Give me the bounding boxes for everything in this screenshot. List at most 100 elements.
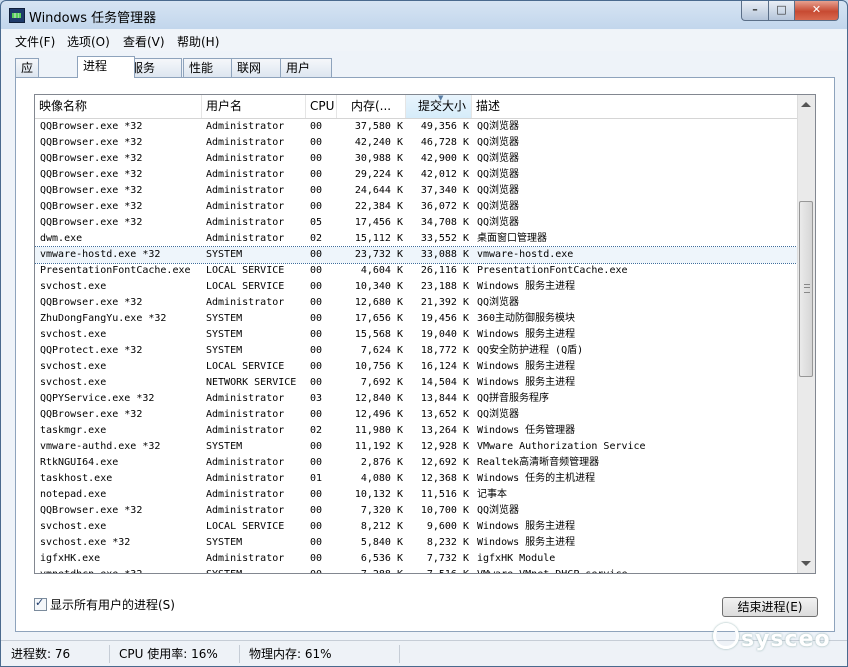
column-memory[interactable]: 内存(... — [337, 95, 406, 118]
cell-user-name: LOCAL SERVICE — [206, 281, 285, 292]
end-process-button[interactable]: 结束进程(E) — [722, 597, 818, 617]
vertical-scrollbar[interactable] — [797, 95, 815, 573]
column-image-name[interactable]: 映像名称 — [35, 95, 202, 118]
table-row[interactable]: QQBrowser.exe *32 Administrator 00 12,680 K… — [35, 295, 797, 311]
cell-description: QQ浏览器 — [477, 297, 520, 308]
menu-view[interactable]: 查看(V) — [123, 33, 165, 50]
table-row[interactable]: QQBrowser.exe *32 Administrator 00 12,496 K… — [35, 407, 797, 423]
cell-image-name: QQBrowser.exe *32 — [40, 153, 143, 164]
cell-description: Windows 服务主进程 — [477, 329, 576, 340]
column-user-name[interactable]: 用户名 — [202, 95, 306, 118]
column-commit-size[interactable]: ▼ 提交大小 — [406, 95, 472, 118]
table-row[interactable]: QQBrowser.exe *32 Administrator 00 24,644 K… — [35, 183, 797, 199]
cell-image-name: svchost.exe — [40, 521, 107, 532]
table-row[interactable]: QQBrowser.exe *32 Administrator 05 17,456 K… — [35, 215, 797, 231]
column-cpu[interactable]: CPU — [306, 95, 337, 118]
menu-help[interactable]: 帮助(H) — [177, 33, 219, 50]
cell-description: 360主动防御服务模块 — [477, 313, 576, 324]
cell-memory: 23,732 K — [354, 249, 403, 260]
table-row[interactable]: PresentationFontCache.exe LOCAL SERVICE 00… — [35, 263, 797, 279]
table-row[interactable]: QQPYService.exe *32 Administrator 03 12,840… — [35, 391, 797, 407]
cell-memory: 10,340 K — [354, 281, 403, 292]
cell-user-name: Administrator — [206, 201, 285, 212]
cell-cpu: 00 — [310, 249, 323, 260]
tab-networking[interactable]: 联网 — [231, 58, 281, 77]
scroll-up-icon[interactable] — [801, 102, 811, 107]
table-row[interactable]: QQBrowser.exe *32 Administrator 00 37,580 K… — [35, 119, 797, 135]
cell-user-name: LOCAL SERVICE — [206, 521, 285, 532]
cell-image-name: svchost.exe — [40, 361, 107, 372]
table-row[interactable]: svchost.exe LOCAL SERVICE 00 10,756 K 16,124… — [35, 359, 797, 375]
tab-applications[interactable]: 应用程序 — [15, 58, 40, 129]
cell-description: QQ浏览器 — [477, 169, 520, 180]
table-row[interactable]: svchost.exe *32 SYSTEM 00 5,840 K 8,232 K Win… — [35, 535, 797, 551]
cell-memory: 12,680 K — [354, 297, 403, 308]
table-row[interactable]: svchost.exe LOCAL SERVICE 00 8,212 K 9,600 K… — [35, 519, 797, 535]
status-cpu-usage: CPU 使用率: 16% — [113, 645, 240, 663]
table-row[interactable]: dwm.exe Administrator 02 15,112 K 33,552 K 桌面… — [35, 231, 797, 247]
task-manager-icon — [9, 8, 25, 23]
show-all-users-label: 显示所有用户的进程(S) — [50, 598, 175, 612]
menu-file[interactable]: 文件(F) — [15, 33, 55, 50]
cell-user-name: Administrator — [206, 425, 285, 436]
cell-user-name: Administrator — [206, 121, 285, 132]
cell-user-name: NETWORK SERVICE — [206, 377, 297, 388]
cell-commit-size: 46,728 K — [420, 137, 469, 148]
menu-options[interactable]: 选项(O) — [67, 33, 110, 50]
maximize-button[interactable]: □ — [768, 1, 795, 21]
scroll-thumb[interactable] — [799, 201, 813, 377]
cell-image-name: igfxHK.exe — [40, 553, 101, 564]
minimize-button[interactable]: – — [741, 1, 769, 21]
cell-commit-size: 9,600 K — [426, 521, 469, 532]
table-row[interactable]: vmware-authd.exe *32 SYSTEM 00 11,192 K 12,9… — [35, 439, 797, 455]
cell-user-name: Administrator — [206, 457, 285, 468]
cell-user-name: SYSTEM — [206, 537, 243, 548]
table-row[interactable]: QQBrowser.exe *32 Administrator 00 29,224 K… — [35, 167, 797, 183]
table-row[interactable]: ZhuDongFangYu.exe *32 SYSTEM 00 17,656 K 19,… — [35, 311, 797, 327]
table-row[interactable]: svchost.exe NETWORK SERVICE 00 7,692 K 14,50… — [35, 375, 797, 391]
table-row[interactable]: QQProtect.exe *32 SYSTEM 00 7,624 K 18,772 K… — [35, 343, 797, 359]
table-row[interactable]: svchost.exe SYSTEM 00 15,568 K 19,040 K Windo… — [35, 327, 797, 343]
cell-image-name: QQBrowser.exe *32 — [40, 409, 143, 420]
table-row[interactable]: QQBrowser.exe *32 Administrator 00 30,988 K… — [35, 151, 797, 167]
table-row[interactable]: svchost.exe LOCAL SERVICE 00 10,340 K 23,188… — [35, 279, 797, 295]
watermark-logo: sysceo — [713, 623, 831, 652]
table-row[interactable]: vmnetdhcp.exe *32 SYSTEM 007,288 K7,516 K V… — [35, 567, 797, 573]
cell-commit-size: 14,504 K — [420, 377, 469, 388]
watermark-text: sysceo — [741, 627, 831, 652]
checkbox-checked-icon[interactable] — [34, 596, 47, 611]
table-row[interactable]: vmware-hostd.exe *32 SYSTEM 00 23,732 K 33,0… — [35, 246, 798, 264]
tab-performance[interactable]: 性能 — [183, 58, 235, 77]
process-list[interactable]: 映像名称 用户名 CPU 内存(... ▼ 提交大小 描述 QQBrowser.… — [34, 94, 816, 574]
cell-commit-size: 19,456 K — [420, 313, 469, 324]
cell-image-name: QQBrowser.exe *32 — [40, 505, 143, 516]
show-all-users-checkbox[interactable]: 显示所有用户的进程(S) — [34, 596, 175, 613]
cell-user-name: LOCAL SERVICE — [206, 265, 285, 276]
column-header: 映像名称 用户名 CPU 内存(... ▼ 提交大小 描述 — [35, 95, 815, 119]
cell-commit-size: 37,340 K — [420, 185, 469, 196]
table-row[interactable]: QQBrowser.exe *32 Administrator 00 42,240 K… — [35, 135, 797, 151]
cell-user-name: SYSTEM — [206, 313, 243, 324]
column-description[interactable]: 描述 — [472, 95, 797, 118]
cell-commit-size: 7,732 K — [426, 553, 469, 564]
scroll-down-icon[interactable] — [801, 561, 811, 566]
close-button[interactable]: ✕ — [794, 1, 839, 21]
cell-cpu: 00 — [310, 281, 323, 292]
table-row[interactable]: notepad.exe Administrator 00 10,132 K 11,516… — [35, 487, 797, 503]
cell-user-name: LOCAL SERVICE — [206, 361, 285, 372]
processes-panel: 映像名称 用户名 CPU 内存(... ▼ 提交大小 描述 QQBrowser.… — [15, 77, 835, 632]
status-physical-memory: 物理内存: 61% — [243, 645, 400, 663]
table-row[interactable]: igfxHK.exe Administrator 00 6,536 K 7,732 K i… — [35, 551, 797, 567]
tab-processes[interactable]: 进程 — [77, 56, 135, 78]
table-row[interactable]: RtkNGUI64.exe Administrator 00 2,876 K 12,69… — [35, 455, 797, 471]
cell-cpu: 00 — [310, 153, 323, 164]
table-row[interactable]: taskmgr.exe Administrator 02 11,980 K 13,264… — [35, 423, 797, 439]
cell-memory: 30,988 K — [354, 153, 403, 164]
table-row[interactable]: QQBrowser.exe *32 Administrator 00 7,320 K 1… — [35, 503, 797, 519]
title-bar[interactable]: Windows 任务管理器 – □ ✕ — [1, 1, 847, 29]
tab-users[interactable]: 用户 — [280, 58, 332, 77]
table-row[interactable]: taskhost.exe Administrator 01 4,080 K 12,368… — [35, 471, 797, 487]
cell-cpu: 00 — [310, 329, 323, 340]
cell-memory: 7,692 K — [360, 377, 403, 388]
table-row[interactable]: QQBrowser.exe *32 Administrator 00 22,384 K… — [35, 199, 797, 215]
